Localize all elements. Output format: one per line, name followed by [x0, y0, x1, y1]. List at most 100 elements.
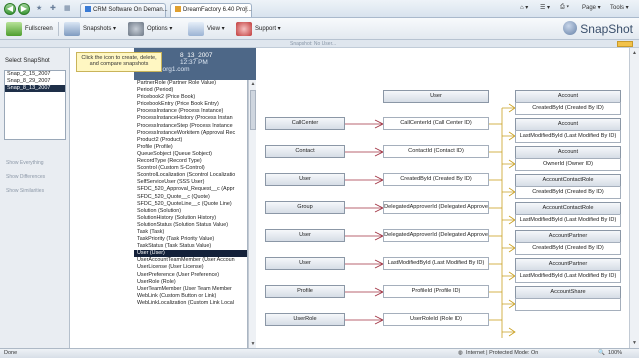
object-list[interactable]: PartnerRole (Partner Role Value) Period …	[134, 80, 248, 348]
list-item[interactable]: Pricebook2 (Price Book)	[134, 94, 247, 101]
list-item[interactable]: PartnerRole (Partner Role Value)	[134, 80, 247, 87]
entity-box-group[interactable]: Group	[265, 201, 345, 214]
show-differences-link[interactable]: Show Differences	[6, 174, 45, 180]
list-item[interactable]: ProcessInstanceWorkitem (Approval Rec	[134, 130, 247, 137]
entity-box-profile[interactable]: Profile	[265, 285, 345, 298]
list-item[interactable]: SolutionHistory (Solution History)	[134, 215, 247, 222]
list-item[interactable]: UserAccountTeamMember (User Accoun	[134, 257, 247, 264]
show-similarities-link[interactable]: Show Similarities	[6, 188, 44, 194]
list-item-selected[interactable]: User (User)	[134, 250, 247, 258]
home-icon[interactable]: ⌂ ▾	[520, 4, 528, 11]
related-entity-field[interactable]: LastModifiedById (Last Modified By ID)	[515, 270, 621, 283]
related-entity-field[interactable]: CreatedById (Created By ID)	[515, 186, 621, 199]
gear-icon	[128, 22, 144, 36]
snapshot-item[interactable]: Snap_2_15_2007	[5, 71, 65, 78]
list-item[interactable]: SFDC_520_QuoteLine__c (Quote Line)	[134, 201, 247, 208]
snapshot-list[interactable]: Snap_2_15_2007 Snap_8_29_2007 Snap_8_13_…	[4, 70, 66, 140]
list-item[interactable]: TaskPriority (Task Priority Value)	[134, 236, 247, 243]
list-item[interactable]: ProcessInstanceHistory (Process Instan	[134, 115, 247, 122]
field-box[interactable]: CallCenterId (Call Center ID)	[383, 117, 489, 130]
print-icon[interactable]: ⎙ ▾	[560, 4, 569, 11]
list-item[interactable]: Period (Period)	[134, 87, 247, 94]
list-item[interactable]: SFDC_520_Approval_Request__c (Appr	[134, 186, 247, 193]
related-entity-field[interactable]	[515, 298, 621, 311]
field-box[interactable]: DelegatedApproverId (Delegated Approve	[383, 201, 489, 214]
scroll-thumb[interactable]	[250, 90, 256, 130]
snapshot-item-selected[interactable]: Snap_8_13_2007	[5, 85, 65, 92]
list-item[interactable]: Task (Task)	[134, 229, 247, 236]
list-item[interactable]: Product2 (Product)	[134, 137, 247, 144]
list-item[interactable]: Solution (Solution)	[134, 208, 247, 215]
zoom-level[interactable]: 100%	[608, 349, 622, 358]
options-menu-button[interactable]: Options ▾	[128, 22, 172, 36]
entity-box-user[interactable]: User	[265, 173, 345, 186]
forward-icon[interactable]: ▶	[18, 3, 30, 15]
list-item[interactable]: ProcessInstanceStep (Process Instance	[134, 123, 247, 130]
snapshots-menu-button[interactable]: Snapshots ▾	[64, 22, 116, 36]
tab-label: DreamFactory 6.40 Proj...	[183, 7, 252, 13]
scroll-up-icon[interactable]: ▲	[250, 81, 256, 87]
show-everything-link[interactable]: Show Everything	[6, 160, 44, 166]
snapshot-item[interactable]: Snap_8_29_2007	[5, 78, 65, 85]
list-item[interactable]: QueueSobject (Queue Sobject)	[134, 151, 247, 158]
field-box[interactable]: ContactId (Contact ID)	[383, 145, 489, 158]
help-tooltip: Click the icon to create, delete, and co…	[76, 52, 162, 72]
related-entity-field[interactable]: CreatedById (Created By ID)	[515, 102, 621, 115]
list-item[interactable]: Profile (Profile)	[134, 144, 247, 151]
snapshot-logo-icon	[563, 21, 578, 35]
list-item[interactable]: WebLinkLocalization (Custom Link Local	[134, 300, 247, 307]
tab-list-icon[interactable]: ▦	[64, 4, 76, 14]
diagram-scrollbar[interactable]: ▲ ▼	[629, 48, 639, 348]
list-item[interactable]: WebLink (Custom Button or Link)	[134, 293, 247, 300]
add-favorite-icon[interactable]: ✚	[50, 4, 62, 14]
favorites-star-icon[interactable]: ★	[36, 4, 48, 14]
entity-box-userrole[interactable]: UserRole	[265, 313, 345, 326]
field-box[interactable]: CreatedById (Created By ID)	[383, 173, 489, 186]
entity-box-callcenter[interactable]: CallCenter	[265, 117, 345, 130]
field-box[interactable]: UserRoleId (Role ID)	[383, 313, 489, 326]
support-menu-button[interactable]: Support ▾	[236, 22, 281, 36]
browser-tab-dreamfactory[interactable]: DreamFactory 6.40 Proj... ×	[170, 3, 252, 17]
back-icon[interactable]: ◀	[4, 3, 16, 15]
list-item[interactable]: UserTeamMember (User Team Member	[134, 286, 247, 293]
tools-menu[interactable]: Tools ▾	[610, 4, 629, 11]
support-label: Support ▾	[255, 26, 281, 32]
entity-box-user[interactable]: User	[265, 257, 345, 270]
list-item[interactable]: UserLicense (User License)	[134, 264, 247, 271]
scroll-down-icon[interactable]: ▼	[632, 340, 638, 346]
list-item[interactable]: SFDC_520_Quote__c (Quote)	[134, 194, 247, 201]
list-item[interactable]: UserRole (Role)	[134, 279, 247, 286]
field-box[interactable]: ProfileId (Profile ID)	[383, 285, 489, 298]
object-list-scrollbar[interactable]: ▲ ▼	[248, 80, 256, 348]
page-menu[interactable]: Page ▾	[582, 4, 601, 11]
scroll-up-icon[interactable]: ▲	[632, 50, 638, 56]
list-item[interactable]: ProcessInstance (Process Instance)	[134, 108, 247, 115]
list-item[interactable]: SelfServiceUser (SSS User)	[134, 179, 247, 186]
entity-box-user[interactable]: User	[265, 229, 345, 242]
list-item[interactable]: Scontrol (Custom S-Control)	[134, 165, 247, 172]
field-box[interactable]: DelegatedApproverId (Delegated Approve	[383, 229, 489, 242]
center-entity-header[interactable]: User	[383, 90, 489, 103]
feeds-icon[interactable]: ☰ ▾	[540, 4, 550, 11]
security-zone[interactable]: Internet | Protected Mode: On	[466, 349, 538, 358]
tab-label: CRM Software On Deman...	[93, 7, 168, 13]
related-entity-field[interactable]: CreatedById (Created By ID)	[515, 242, 621, 255]
panel-toggle-icon[interactable]	[617, 41, 633, 47]
view-menu-button[interactable]: View ▾	[188, 22, 225, 36]
list-item[interactable]: PricebookEntry (Price Book Entry)	[134, 101, 247, 108]
tab-close-icon[interactable]: ×	[244, 6, 248, 12]
fullscreen-button[interactable]: Fullscreen	[6, 22, 53, 36]
related-entity-field[interactable]: LastModifiedById (Last Modified By ID)	[515, 214, 621, 227]
list-item[interactable]: SolutionStatus (Solution Status Value)	[134, 222, 247, 229]
field-box[interactable]: LastModifiedById (Last Modified By ID)	[383, 257, 489, 270]
scroll-down-icon[interactable]: ▼	[250, 341, 256, 347]
list-item[interactable]: UserPreference (User Preference)	[134, 272, 247, 279]
list-item[interactable]: RecordType (Record Type)	[134, 158, 247, 165]
related-entity-field[interactable]: OwnerId (Owner ID)	[515, 158, 621, 171]
list-item[interactable]: TaskStatus (Task Status Value)	[134, 243, 247, 250]
related-entity-field[interactable]: LastModifiedById (Last Modified By ID)	[515, 130, 621, 143]
browser-tab-crm[interactable]: CRM Software On Deman...	[80, 3, 168, 17]
crowfoot-marks	[374, 119, 384, 325]
list-item[interactable]: ScontrolLocalization (Scontrol Localizat…	[134, 172, 247, 179]
entity-box-contact[interactable]: Contact	[265, 145, 345, 158]
